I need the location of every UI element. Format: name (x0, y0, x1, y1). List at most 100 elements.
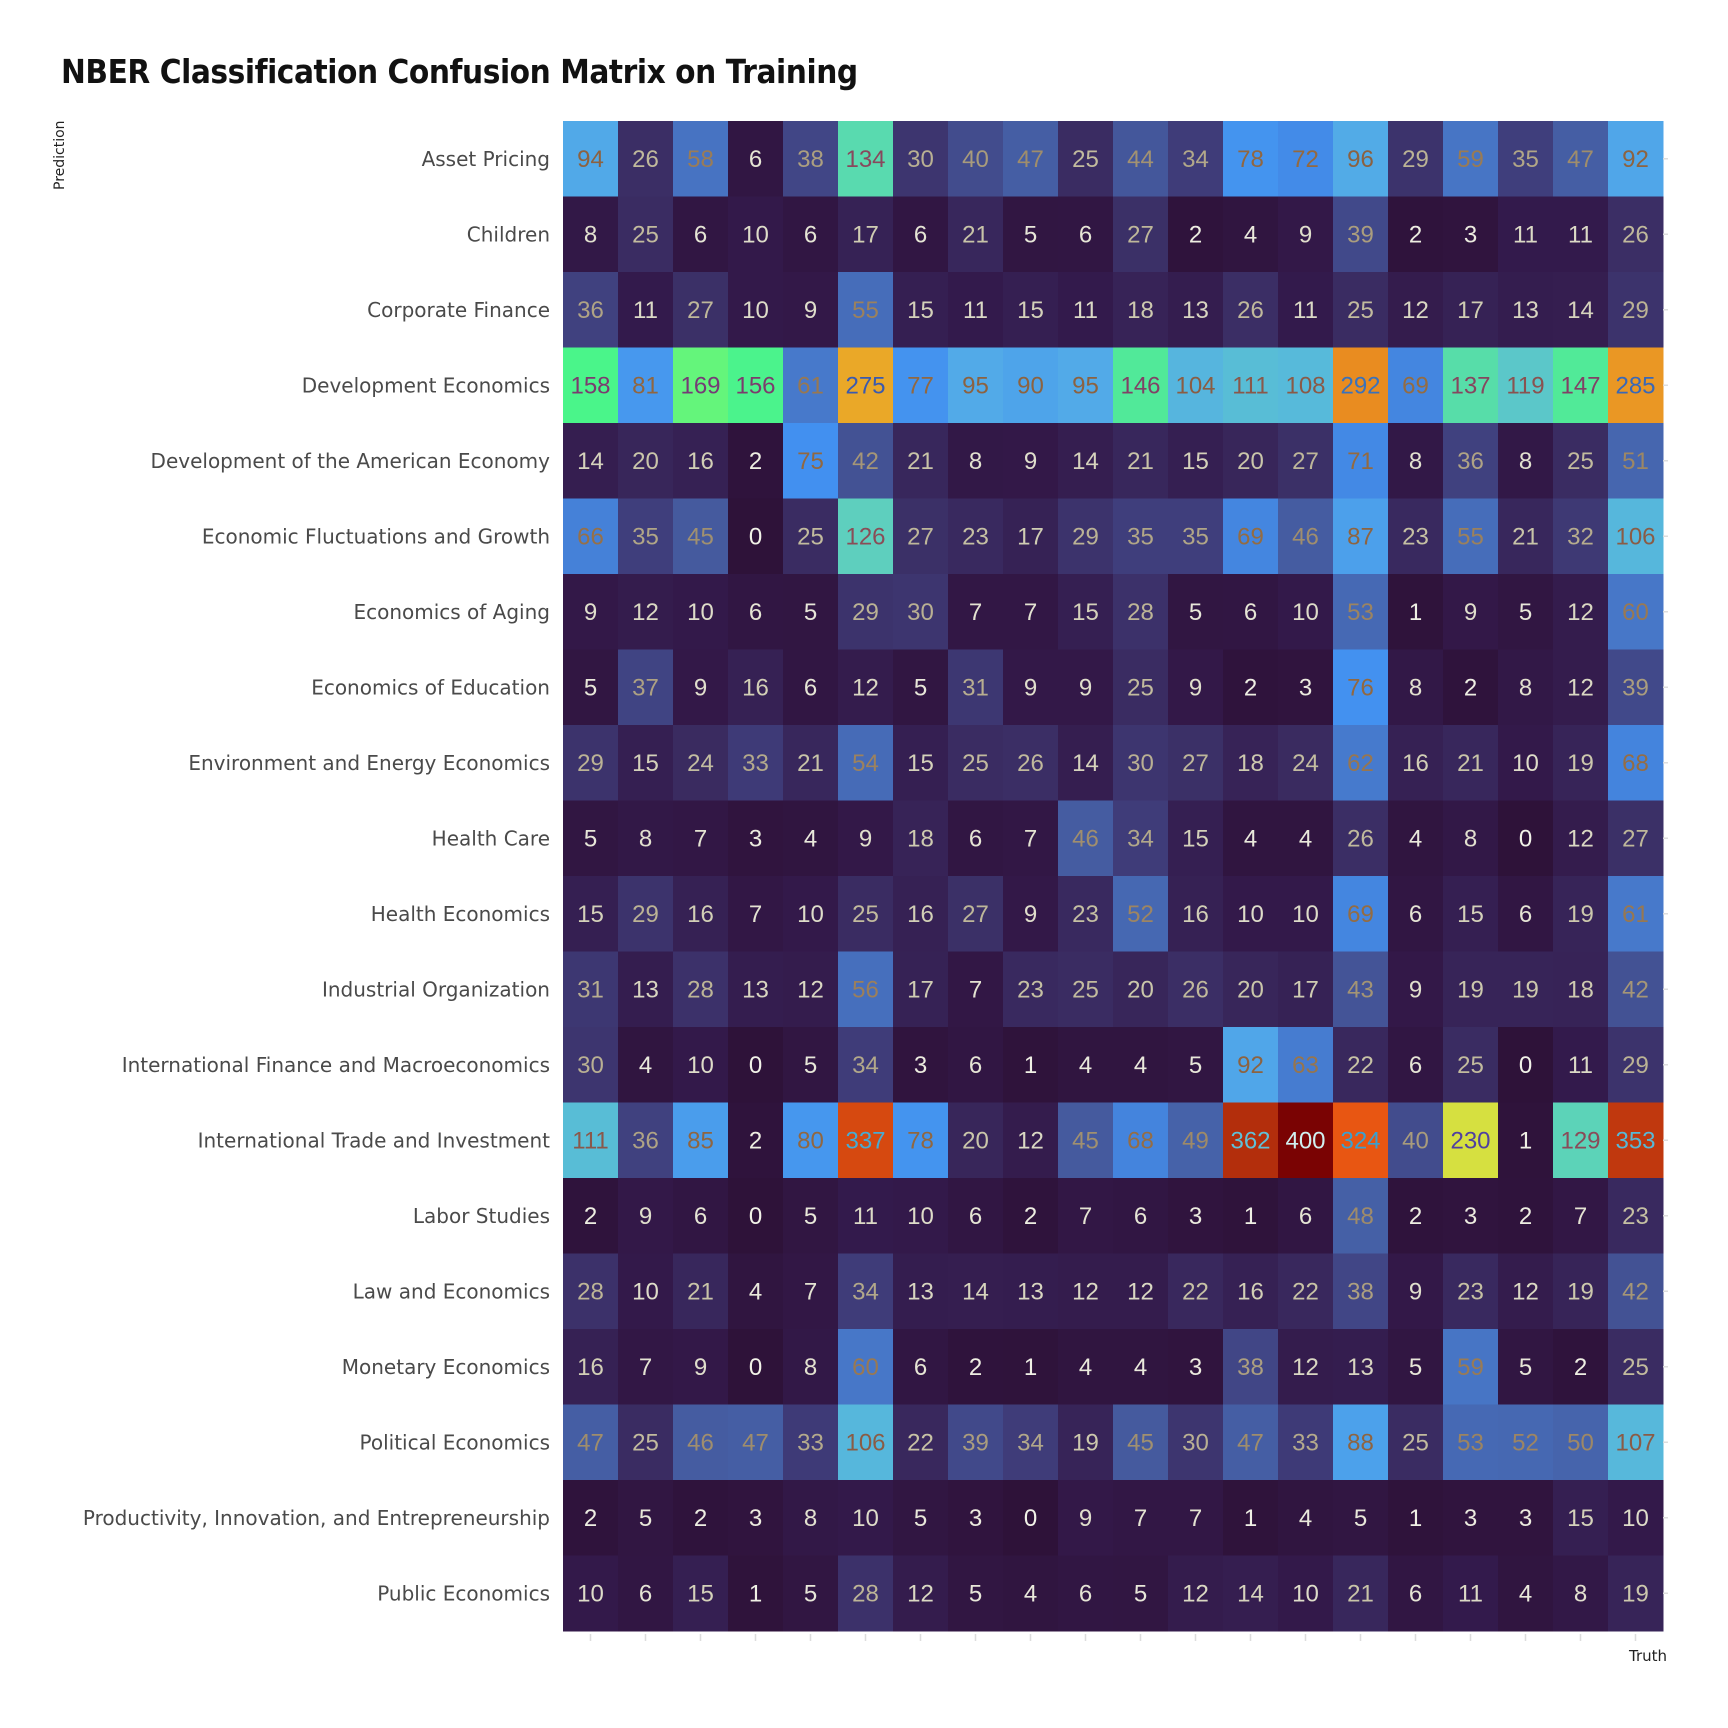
cell-value-label: 45 (687, 523, 714, 550)
cell-value-label: 6 (914, 221, 927, 248)
cell-value-label: 275 (845, 372, 885, 399)
cell-value-label: 0 (749, 523, 762, 550)
cell-value-label: 25 (797, 523, 824, 550)
cell-value-label: 111 (1232, 372, 1268, 399)
cell-value-label: 42 (1622, 976, 1649, 1003)
cell-value-label: 47 (1567, 146, 1594, 173)
cell-value-label: 34 (852, 1278, 879, 1305)
row-tick-label: Development Economics (302, 373, 550, 397)
cell-value-label: 9 (1024, 674, 1037, 701)
cell-value-label: 4 (1519, 1580, 1532, 1607)
cell-value-label: 4 (1024, 1580, 1037, 1607)
cell-value-label: 78 (907, 1127, 934, 1154)
cell-value-label: 400 (1285, 1127, 1325, 1154)
cell-value-label: 30 (577, 1052, 604, 1079)
cell-value-label: 156 (735, 372, 775, 399)
cell-value-label: 8 (1519, 674, 1532, 701)
cell-value-label: 96 (1347, 146, 1374, 173)
cell-value-label: 6 (914, 1354, 927, 1381)
row-tick-label: International Trade and Investment (198, 1128, 551, 1152)
cell-value-label: 6 (969, 1052, 982, 1079)
cell-value-label: 4 (1299, 825, 1312, 852)
cell-value-label: 60 (852, 1354, 879, 1381)
cell-value-label: 25 (1072, 146, 1099, 173)
cell-value-label: 5 (1189, 1052, 1202, 1079)
cell-value-label: 39 (1622, 674, 1649, 701)
cell-value-label: 337 (845, 1127, 885, 1154)
row-tick-label: Development of the American Economy (151, 449, 551, 473)
cell-value-label: 45 (1072, 1127, 1099, 1154)
cell-value-label: 6 (804, 674, 817, 701)
cell-value-label: 10 (687, 599, 714, 626)
cell-value-label: 33 (742, 750, 769, 777)
cell-value-label: 12 (1292, 1354, 1319, 1381)
cell-value-label: 3 (914, 1052, 927, 1079)
cell-value-label: 0 (749, 1354, 762, 1381)
cell-value-label: 16 (742, 674, 769, 701)
cell-value-label: 8 (1464, 825, 1477, 852)
cell-value-label: 25 (1567, 448, 1594, 475)
cell-value-label: 33 (1292, 1429, 1319, 1456)
cell-value-label: 10 (632, 1278, 659, 1305)
cell-value-label: 26 (1622, 221, 1649, 248)
cell-value-label: 34 (1127, 825, 1154, 852)
cell-value-label: 10 (1292, 901, 1319, 928)
cell-value-label: 2 (969, 1354, 982, 1381)
cell-value-label: 21 (1127, 448, 1154, 475)
cell-value-label: 76 (1347, 674, 1374, 701)
cell-value-label: 7 (1024, 825, 1037, 852)
cell-value-label: 12 (1512, 1278, 1539, 1305)
cell-value-label: 3 (1299, 674, 1312, 701)
cell-value-label: 17 (1457, 297, 1484, 324)
cell-value-label: 9 (1024, 901, 1037, 928)
cell-value-label: 2 (1024, 1203, 1037, 1230)
cell-value-label: 35 (632, 523, 659, 550)
cell-value-label: 5 (639, 1505, 652, 1532)
cell-value-label: 19 (1512, 976, 1539, 1003)
cell-value-label: 2 (1244, 674, 1257, 701)
cell-value-label: 25 (1347, 297, 1374, 324)
cell-value-label: 0 (749, 1052, 762, 1079)
cell-value-label: 18 (1127, 297, 1154, 324)
cell-value-label: 17 (852, 221, 879, 248)
cell-value-label: 6 (749, 146, 762, 173)
cell-value-label: 147 (1560, 372, 1600, 399)
cell-value-label: 6 (1409, 901, 1422, 928)
cell-value-label: 10 (577, 1580, 604, 1607)
cell-value-label: 88 (1347, 1429, 1374, 1456)
cell-value-label: 1 (1024, 1052, 1037, 1079)
cell-value-label: 126 (845, 523, 885, 550)
row-tick-label: Environment and Energy Economics (188, 751, 550, 775)
cell-value-label: 4 (1134, 1354, 1147, 1381)
cell-value-label: 5 (1134, 1580, 1147, 1607)
cell-value-label: 15 (907, 750, 934, 777)
cell-value-label: 3 (1464, 1505, 1477, 1532)
cell-value-label: 61 (1622, 901, 1649, 928)
cell-value-label: 7 (804, 1278, 817, 1305)
cell-value-label: 4 (1409, 825, 1422, 852)
cell-value-label: 5 (1409, 1354, 1422, 1381)
cell-value-label: 26 (1017, 750, 1044, 777)
cell-value-label: 52 (1127, 901, 1154, 928)
cell-value-label: 9 (1464, 599, 1477, 626)
cell-value-label: 111 (572, 1127, 608, 1154)
cell-value-label: 10 (1237, 901, 1264, 928)
cell-value-label: 17 (1292, 976, 1319, 1003)
cell-value-label: 47 (1017, 146, 1044, 173)
cell-value-label: 10 (687, 1052, 714, 1079)
cell-value-label: 7 (1024, 599, 1037, 626)
cell-value-label: 9 (804, 297, 817, 324)
row-tick-label: Political Economics (360, 1430, 551, 1454)
cell-value-label: 6 (1079, 221, 1092, 248)
cell-value-label: 1 (749, 1580, 762, 1607)
cell-value-label: 34 (1017, 1429, 1044, 1456)
cell-value-label: 68 (1622, 750, 1649, 777)
cell-value-label: 15 (687, 1580, 714, 1607)
cell-value-label: 21 (962, 221, 989, 248)
cell-value-label: 11 (963, 297, 988, 324)
heatmap: 94 26 58 6 38 134 30 40 47 25 44 34 78 72 96 29 59 35 47 92… (83, 121, 1668, 1641)
cell-value-label: 2 (584, 1505, 597, 1532)
cell-value-label: 9 (1189, 674, 1202, 701)
cell-value-label: 146 (1120, 372, 1160, 399)
cell-value-label: 8 (804, 1505, 817, 1532)
